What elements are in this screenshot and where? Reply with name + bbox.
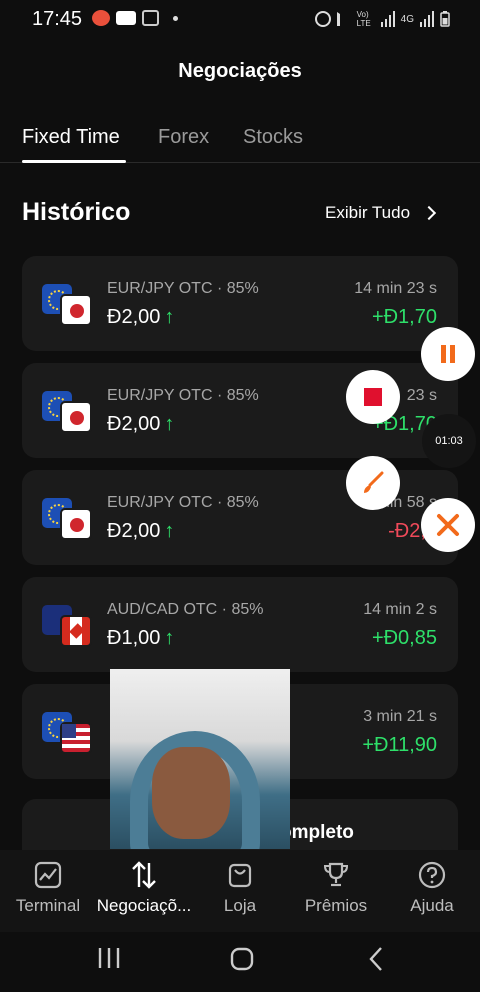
japan-flag-icon xyxy=(60,294,92,326)
trade-card[interactable]: EUR/JPY OTC · 85% Đ2,00 ↑ 14 min 23 s +Đ… xyxy=(22,256,458,351)
signal-icon xyxy=(420,11,434,27)
nav-label: Ajuda xyxy=(410,896,454,915)
history-title: Histórico xyxy=(22,198,131,226)
gallery-icon xyxy=(142,10,159,26)
trade-amount-row: Đ2,00 ↑ xyxy=(107,306,174,329)
trade-result: +Đ1,70 xyxy=(371,306,437,328)
tab-forex[interactable]: Forex xyxy=(158,126,209,149)
trade-duration: 14 min 23 s xyxy=(354,280,437,297)
brush-glyph xyxy=(364,471,384,493)
mute-icon xyxy=(336,12,351,26)
trade-amount-row: Đ2,00 ↑ xyxy=(107,520,174,543)
recent-apps-icon[interactable] xyxy=(96,946,122,970)
trade-pair: EUR/JPY OTC · 85% xyxy=(107,387,259,404)
tab-fixed-time[interactable]: Fixed Time xyxy=(22,126,120,149)
pause-icon[interactable] xyxy=(421,327,475,381)
brush-icon[interactable] xyxy=(346,456,400,510)
trade-amount-row: Đ2,00 ↑ xyxy=(107,413,174,436)
currency-pair-flags xyxy=(42,498,94,540)
nav-trades[interactable]: Negociaçõ... xyxy=(96,860,192,916)
arrow-up-icon: ↑ xyxy=(164,520,175,542)
nav-terminal[interactable]: Terminal xyxy=(0,860,96,916)
shopping-bag-icon xyxy=(228,863,252,888)
bottom-navigation: Terminal Negociaçõ... Loja Prêmios Ajuda xyxy=(0,850,480,932)
trade-result: +Đ0,85 xyxy=(371,627,437,649)
trade-amount: Đ2,00 xyxy=(107,413,161,435)
trade-duration: 3 min 21 s xyxy=(363,708,437,725)
notification-app-icon xyxy=(92,10,110,26)
nav-shop[interactable]: Loja xyxy=(192,860,288,916)
swap-arrows-icon xyxy=(132,861,156,889)
tools-icon[interactable] xyxy=(421,498,475,552)
trade-card[interactable]: AUD/CAD OTC · 85% Đ1,00 ↑ 14 min 2 s +Đ0… xyxy=(22,577,458,672)
nav-label: Negociaçõ... xyxy=(96,896,192,915)
tools-glyph xyxy=(437,514,459,536)
video-face xyxy=(152,747,230,839)
nav-help[interactable]: Ajuda xyxy=(384,860,480,916)
chart-icon xyxy=(34,861,62,889)
usa-flag-icon xyxy=(60,722,92,754)
trade-duration: 23 s xyxy=(406,387,437,404)
full-history-label: ompleto xyxy=(280,822,354,843)
page-title: Negociações xyxy=(178,60,302,82)
active-tab-indicator xyxy=(22,160,126,163)
trade-amount: Đ2,00 xyxy=(107,306,161,328)
dot-icon xyxy=(173,15,178,21)
camera-overlay-video[interactable] xyxy=(110,669,290,849)
arrow-up-icon: ↑ xyxy=(164,627,175,649)
tab-bar: Fixed Time Forex Stocks xyxy=(0,122,480,163)
nav-label: Terminal xyxy=(15,896,81,915)
currency-pair-flags xyxy=(42,391,94,433)
status-bar: 17:45 Vo) LTE 4G xyxy=(0,0,480,40)
network-label: 4G xyxy=(400,13,414,25)
recording-timer: 01:03 xyxy=(422,414,476,468)
back-icon[interactable] xyxy=(368,946,384,972)
nav-rewards[interactable]: Prêmios xyxy=(288,860,384,916)
status-left-icons xyxy=(92,10,178,26)
nav-label: Loja xyxy=(223,896,257,915)
view-all-button[interactable]: Exibir Tudo xyxy=(325,203,437,223)
alarm-icon xyxy=(314,11,331,27)
trade-result: +Đ11,90 xyxy=(362,734,437,756)
stop-icon[interactable] xyxy=(346,370,400,424)
canada-flag-icon xyxy=(60,615,92,647)
currency-pair-flags xyxy=(42,712,94,754)
nav-label: Prêmios xyxy=(304,896,368,915)
youtube-icon xyxy=(116,11,136,25)
home-icon[interactable] xyxy=(229,946,255,972)
trade-pair: EUR/JPY OTC · 85% xyxy=(107,494,259,511)
trade-amount: Đ2,00 xyxy=(107,520,161,542)
japan-flag-icon xyxy=(60,401,92,433)
trade-pair: AUD/CAD OTC · 85% xyxy=(107,601,264,618)
currency-pair-flags xyxy=(42,284,94,326)
status-time: 17:45 xyxy=(32,8,83,30)
arrow-up-icon: ↑ xyxy=(164,413,175,435)
japan-flag-icon xyxy=(60,508,92,540)
currency-pair-flags xyxy=(42,605,94,647)
trophy-icon xyxy=(323,862,349,887)
system-navigation-bar xyxy=(0,932,480,992)
trade-amount-row: Đ1,00 ↑ xyxy=(107,627,174,650)
status-right-icons: Vo) LTE 4G xyxy=(314,10,450,28)
view-all-label: Exibir Tudo xyxy=(325,203,411,222)
arrow-up-icon: ↑ xyxy=(164,306,175,328)
tab-stocks[interactable]: Stocks xyxy=(243,126,303,149)
signal-icon xyxy=(380,11,395,27)
help-icon xyxy=(418,861,446,889)
battery-icon xyxy=(440,11,450,27)
trade-duration: 14 min 2 s xyxy=(363,601,437,618)
stop-square xyxy=(364,388,382,406)
chevron-right-icon xyxy=(421,205,437,221)
trade-pair: EUR/JPY OTC · 85% xyxy=(107,280,259,297)
trade-amount: Đ1,00 xyxy=(107,627,161,649)
volte-label: Vo) LTE xyxy=(356,10,371,28)
